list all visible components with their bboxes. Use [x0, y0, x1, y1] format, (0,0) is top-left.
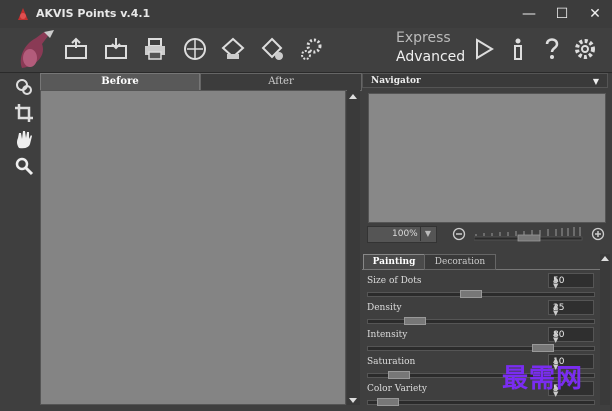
minimize-button[interactable]: —: [519, 5, 539, 23]
param-slider-thumb[interactable]: [387, 371, 410, 379]
zoom-select[interactable]: 100% ▼: [367, 226, 437, 243]
settings-scrollbar[interactable]: [600, 254, 610, 405]
save-image-icon[interactable]: [103, 36, 129, 62]
settings-gear-icon[interactable]: [298, 36, 324, 62]
collapse-arrow-icon[interactable]: ▼: [593, 74, 599, 89]
close-button[interactable]: ✕: [585, 5, 605, 23]
param-row: Intensity 80 ▲ ▼: [362, 327, 602, 357]
view-tabs: Before After: [40, 73, 362, 91]
image-canvas[interactable]: [40, 90, 346, 405]
navigator-preview[interactable]: [368, 93, 606, 223]
share-icon[interactable]: [182, 36, 208, 62]
navigator-header[interactable]: Navigator ▼: [362, 73, 608, 88]
help-icon[interactable]: [539, 36, 565, 62]
param-slider-thumb[interactable]: [531, 344, 554, 352]
zoom-value: 100%: [392, 229, 418, 239]
param-row: Size of Dots 50 ▲ ▼: [362, 273, 602, 303]
param-row: Density 25 ▲ ▼: [362, 300, 602, 330]
window-title: AKVIS Points v.4.1: [36, 7, 151, 20]
scroll-up-arrow-icon[interactable]: [601, 256, 609, 261]
maximize-button[interactable]: ☐: [552, 5, 572, 23]
navigator-title: Navigator: [371, 76, 421, 86]
zoom-in-icon[interactable]: [591, 227, 605, 241]
zoom-slider[interactable]: [474, 224, 584, 242]
advanced-mode-link[interactable]: Advanced: [396, 49, 465, 65]
scroll-up-arrow-icon[interactable]: [349, 94, 357, 99]
tab-after[interactable]: After: [200, 73, 362, 91]
param-label: Size of Dots: [367, 276, 422, 286]
watermark-text: 最需网: [502, 364, 584, 394]
presets-icon[interactable]: [259, 36, 285, 62]
crop-tool-icon[interactable]: [14, 103, 34, 123]
spin-arrows-icon[interactable]: ▲ ▼: [553, 276, 591, 290]
title-bar: AKVIS Points v.4.1 — ☐ ✕: [0, 0, 612, 28]
param-value-field[interactable]: 25 ▲ ▼: [548, 300, 594, 317]
spin-arrows-icon[interactable]: ▲ ▼: [553, 330, 591, 344]
zoom-dropdown-icon[interactable]: ▼: [420, 227, 435, 241]
param-label: Saturation: [367, 357, 416, 367]
express-mode-link[interactable]: Express: [396, 30, 451, 46]
preferences-gear-icon[interactable]: [572, 36, 598, 62]
param-value-field[interactable]: 50 ▲ ▼: [548, 273, 594, 290]
tab-painting[interactable]: Painting: [363, 254, 425, 269]
param-label: Density: [367, 303, 402, 313]
settings-tabs: Painting Decoration: [362, 254, 602, 270]
zoom-tool-icon[interactable]: [14, 156, 34, 176]
scroll-down-arrow-icon[interactable]: [349, 398, 357, 403]
param-slider-thumb[interactable]: [404, 317, 427, 325]
param-slider-thumb[interactable]: [459, 290, 482, 298]
tab-decoration[interactable]: Decoration: [424, 254, 496, 270]
param-slider-track[interactable]: [367, 400, 595, 405]
run-play-icon[interactable]: [471, 36, 497, 62]
canvas-scrollbar[interactable]: [347, 90, 360, 405]
tab-before[interactable]: Before: [40, 73, 200, 90]
logo-brush-icon: [20, 30, 54, 68]
main-toolbar: Express Advanced: [0, 28, 612, 73]
spin-arrows-icon[interactable]: ▲ ▼: [553, 303, 591, 317]
zoom-out-icon[interactable]: [452, 227, 466, 241]
param-label: Intensity: [367, 330, 408, 340]
param-value-field[interactable]: 80 ▲ ▼: [548, 327, 594, 344]
hand-tool-icon[interactable]: [14, 130, 34, 150]
open-image-icon[interactable]: [63, 36, 89, 62]
effect-area-tool-icon[interactable]: [14, 77, 34, 97]
tools-panel: [0, 73, 40, 405]
param-label: Color Variety: [367, 384, 428, 394]
param-slider-track[interactable]: [367, 346, 595, 351]
batch-processing-icon[interactable]: [220, 36, 246, 62]
param-slider-track[interactable]: [367, 319, 595, 324]
info-icon[interactable]: [505, 36, 531, 62]
print-icon[interactable]: [142, 36, 168, 62]
app-logo-icon: [18, 8, 28, 20]
